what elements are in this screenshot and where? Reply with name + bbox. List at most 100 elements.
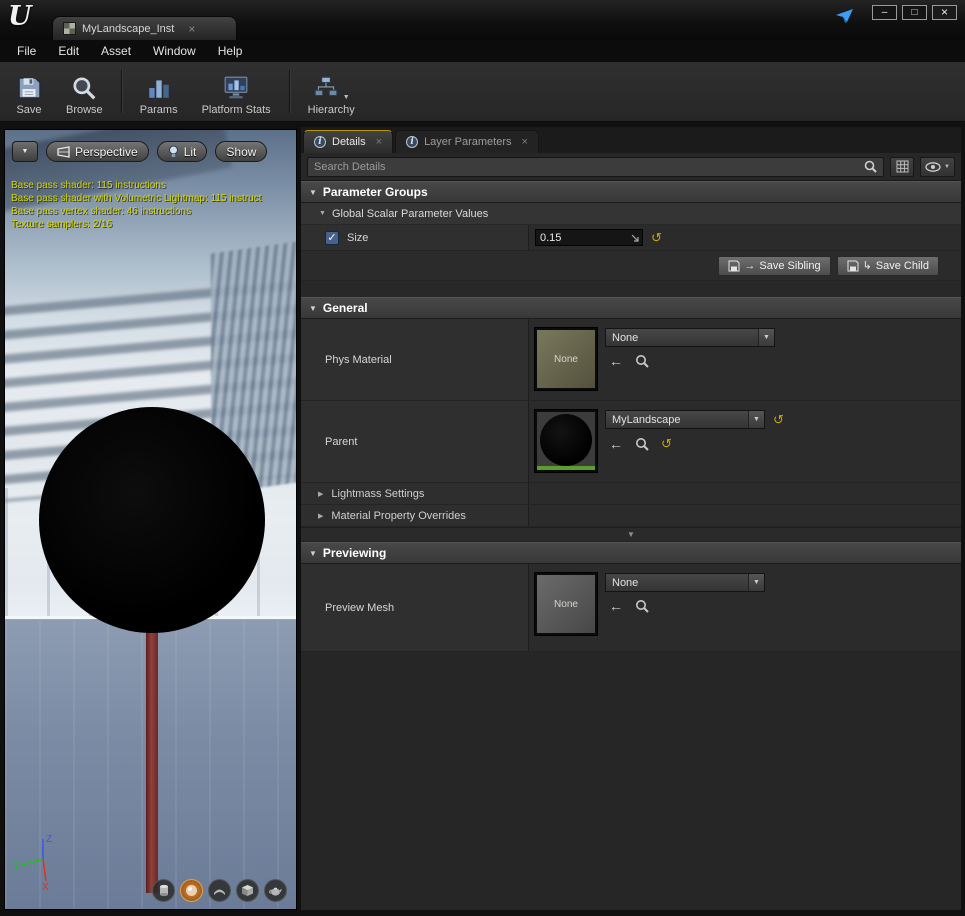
toolbar-separator: [288, 70, 290, 113]
toolbar-separator: [120, 70, 122, 113]
preview-shape-cube-button[interactable]: [236, 879, 259, 902]
category-general[interactable]: ▼ General: [301, 297, 961, 319]
save-button[interactable]: Save: [4, 62, 54, 121]
material-property-overrides-row[interactable]: ▶ Material Property Overrides: [301, 505, 961, 527]
stat-line: Base pass shader: 115 instructions: [11, 180, 166, 191]
document-tab-close-icon[interactable]: ×: [188, 22, 195, 36]
grid-view-icon: [896, 160, 909, 173]
browse-button[interactable]: Browse: [54, 62, 115, 121]
preview-shape-buttons: [152, 879, 287, 902]
size-override-checkbox[interactable]: ✓: [325, 230, 339, 245]
menu-asset[interactable]: Asset: [90, 42, 142, 60]
chevron-down-icon: ▼: [753, 579, 760, 586]
floppy-disk-icon: [728, 260, 740, 271]
size-value-input[interactable]: [536, 231, 630, 244]
menu-window[interactable]: Window: [142, 42, 207, 60]
platform-stats-button[interactable]: Platform Stats: [190, 62, 283, 121]
save-child-button[interactable]: ↳ Save Child: [836, 255, 939, 276]
parent-reset-to-default-icon[interactable]: ↺: [661, 436, 672, 452]
maximize-button[interactable]: □: [902, 5, 927, 20]
details-panel: i Details × i Layer Parameters × Search …: [301, 127, 961, 910]
menu-edit[interactable]: Edit: [47, 42, 90, 60]
view-options-button[interactable]: ▼: [920, 156, 955, 177]
hierarchy-icon: [314, 76, 338, 97]
property-matrix-button[interactable]: [890, 156, 915, 177]
section-gap: [301, 281, 961, 297]
search-details-input[interactable]: [314, 160, 861, 173]
subcategory-global-scalar[interactable]: ▼ Global Scalar Parameter Values: [301, 203, 961, 225]
details-property-grid: ▼ Parameter Groups ▼ Global Scalar Param…: [301, 181, 961, 910]
collapse-arrow-icon: ▼: [309, 548, 317, 558]
preview-shape-cylinder-button[interactable]: [152, 879, 175, 902]
preview-mesh-thumbnail[interactable]: None: [535, 573, 597, 635]
menu-help[interactable]: Help: [207, 42, 254, 60]
paper-plane-icon: [836, 9, 853, 23]
show-button[interactable]: Show: [215, 141, 268, 162]
parent-reset-icon[interactable]: ↺: [773, 412, 784, 428]
preview-shape-plane-button[interactable]: [208, 879, 231, 902]
cube-icon: [242, 885, 253, 896]
lightmass-settings-row[interactable]: ▶ Lightmass Settings: [301, 483, 961, 505]
browse-to-asset-icon[interactable]: [635, 354, 649, 368]
category-previewing[interactable]: ▼ Previewing: [301, 542, 961, 564]
main-toolbar: Save Browse Params Platform Stats ▼ Hier…: [0, 62, 965, 122]
size-reset-icon[interactable]: ↺: [651, 230, 662, 246]
save-sibling-button[interactable]: → Save Sibling: [718, 255, 831, 276]
phys-material-dropdown[interactable]: None ▼: [605, 328, 775, 347]
parent-dropdown[interactable]: MyLandscape ▼: [605, 410, 765, 429]
phys-material-thumbnail[interactable]: None: [535, 328, 597, 390]
axis-y-label: Y: [13, 861, 20, 872]
preview-mesh-label: Preview Mesh: [325, 601, 395, 614]
menu-file[interactable]: File: [6, 42, 47, 60]
collapse-arrow-icon: ▼: [319, 210, 326, 217]
category-parameter-groups[interactable]: ▼ Parameter Groups: [301, 181, 961, 203]
category-parameter-groups-label: Parameter Groups: [322, 185, 428, 199]
browse-to-asset-icon[interactable]: [635, 437, 649, 451]
preview-shape-sphere-button[interactable]: [180, 879, 203, 902]
phys-material-label: Phys Material: [325, 353, 392, 366]
expand-arrow-icon: ▶: [318, 512, 324, 520]
menubar: File Edit Asset Window Help: [0, 40, 965, 62]
use-selected-asset-icon[interactable]: ←: [609, 354, 623, 368]
hierarchy-dropdown-icon[interactable]: ▼: [343, 94, 350, 101]
tab-details[interactable]: i Details ×: [303, 130, 394, 153]
preview-viewport-panel: ▼ Perspective Lit Show Base pass shader:…: [4, 129, 297, 910]
parent-row: Parent MyLandscape ▼ ↺ ← ↺: [301, 401, 961, 483]
save-child-label: Save Child: [875, 259, 929, 272]
browse-to-asset-icon[interactable]: [635, 599, 649, 613]
material-instance-asset-icon: [63, 22, 76, 35]
collapse-arrow-icon: ▼: [309, 187, 317, 197]
perspective-label: Perspective: [75, 144, 138, 159]
params-label: Params: [139, 104, 178, 116]
lightbulb-icon: [168, 145, 178, 157]
chevron-down-icon: ▼: [753, 416, 760, 423]
axis-z-label: Z: [46, 834, 52, 845]
tab-close-icon[interactable]: ×: [522, 136, 528, 148]
preview-mesh-row: Preview Mesh None None ▼ ←: [301, 564, 961, 652]
viewport-options-button[interactable]: ▼: [12, 141, 38, 162]
titlebar[interactable]: U MyLandscape_Inst × – □ ×: [0, 0, 965, 40]
info-icon: i: [406, 136, 419, 148]
lit-button[interactable]: Lit: [156, 141, 208, 162]
use-selected-asset-icon[interactable]: ←: [609, 437, 623, 451]
preview-mesh-dropdown[interactable]: None ▼: [605, 573, 765, 592]
perspective-icon: [57, 145, 70, 158]
document-tab[interactable]: MyLandscape_Inst ×: [52, 16, 237, 40]
spin-drag-icon[interactable]: [630, 233, 640, 243]
tab-layer-parameters[interactable]: i Layer Parameters ×: [395, 130, 539, 153]
chevron-down-icon: ▼: [21, 148, 29, 155]
parent-thumbnail[interactable]: [535, 410, 597, 472]
viewport-canvas[interactable]: [5, 130, 296, 909]
minimize-button[interactable]: –: [872, 5, 897, 20]
close-window-button[interactable]: ×: [932, 5, 957, 20]
advanced-expander[interactable]: ▼: [301, 527, 961, 542]
chevron-down-icon: ▼: [944, 163, 950, 170]
hierarchy-label: Hierarchy: [307, 104, 355, 116]
notification-icon[interactable]: [835, 8, 855, 24]
use-selected-asset-icon[interactable]: ←: [609, 599, 623, 613]
hierarchy-button[interactable]: ▼ Hierarchy: [296, 62, 367, 121]
tab-close-icon[interactable]: ×: [376, 136, 382, 148]
preview-shape-teapot-button[interactable]: [264, 879, 287, 902]
perspective-button[interactable]: Perspective: [46, 141, 149, 162]
params-button[interactable]: Params: [128, 62, 190, 121]
